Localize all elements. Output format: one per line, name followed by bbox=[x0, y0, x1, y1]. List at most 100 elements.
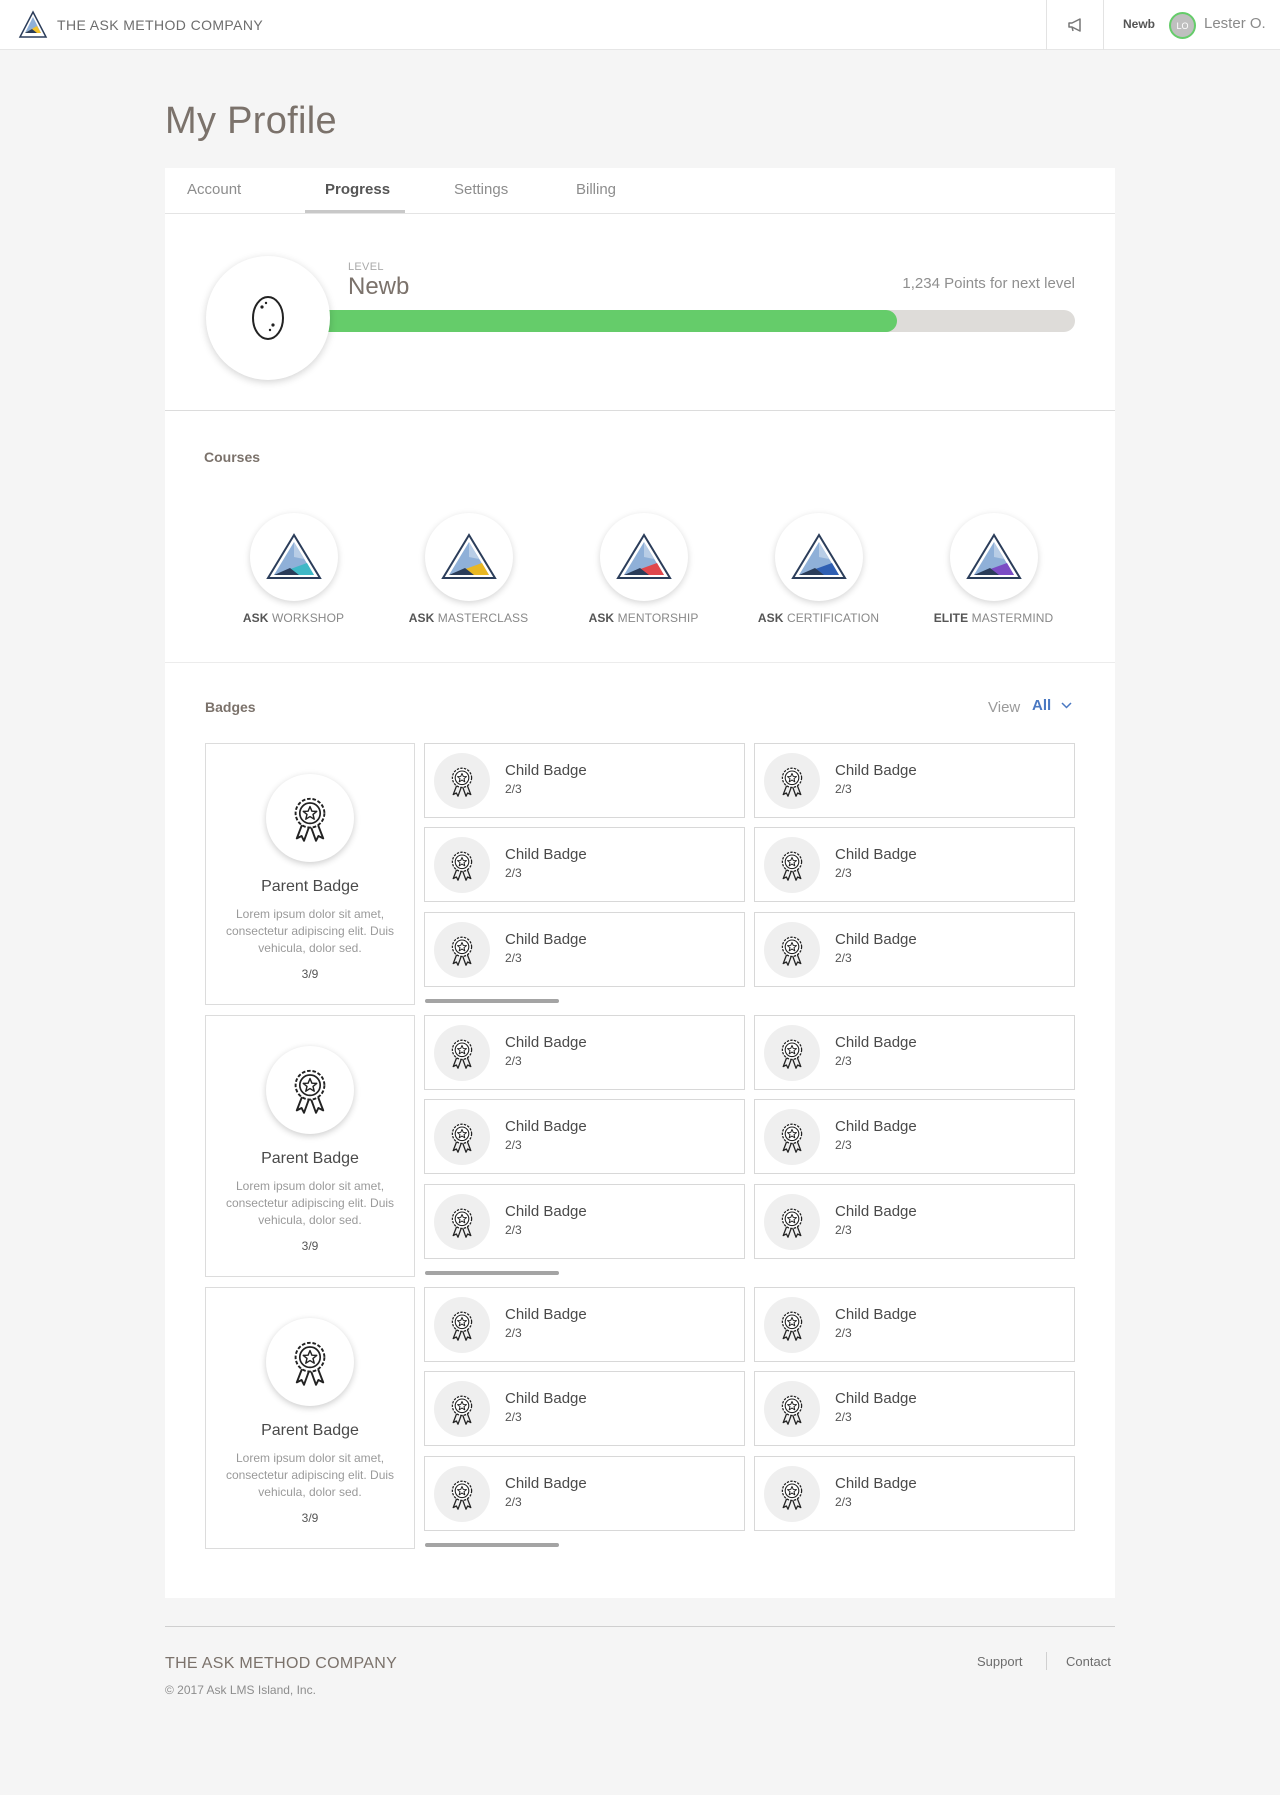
child-badge-name: Child Badge bbox=[835, 762, 917, 779]
child-badge-name: Child Badge bbox=[835, 931, 917, 948]
child-badge-card[interactable]: Child Badge 2/3 bbox=[754, 1184, 1075, 1259]
child-badge-card[interactable]: Child Badge 2/3 bbox=[424, 1099, 745, 1174]
course-label: ASK MENTORSHIP bbox=[556, 611, 731, 625]
tab-billing[interactable]: Billing bbox=[576, 181, 616, 198]
course-badge bbox=[949, 513, 1038, 601]
megaphone-icon[interactable] bbox=[1066, 15, 1086, 35]
child-badge-name: Child Badge bbox=[835, 1118, 917, 1135]
child-badge-card[interactable]: Child Badge 2/3 bbox=[754, 1456, 1075, 1531]
child-badge-card[interactable]: Child Badge 2/3 bbox=[424, 1015, 745, 1090]
child-badge-icon-wrap bbox=[434, 1194, 490, 1250]
child-badge-card[interactable]: Child Badge 2/3 bbox=[754, 743, 1075, 818]
footer-link-contact[interactable]: Contact bbox=[1066, 1654, 1111, 1669]
level-badge bbox=[206, 256, 330, 380]
course-name: CERTIFICATION bbox=[786, 611, 880, 625]
award-ribbon-icon bbox=[781, 851, 803, 881]
course-label: ELITE MASTERMIND bbox=[906, 611, 1081, 625]
child-badge-name: Child Badge bbox=[505, 1034, 587, 1051]
child-badge-count: 2/3 bbox=[835, 1054, 852, 1068]
tab-progress[interactable]: Progress bbox=[325, 181, 390, 198]
avatar[interactable]: LO bbox=[1169, 12, 1196, 39]
footer-divider bbox=[165, 1626, 1115, 1627]
award-ribbon-icon bbox=[294, 797, 326, 842]
parent-badge-card[interactable]: Parent Badge Lorem ipsum dolor sit amet, … bbox=[205, 1287, 415, 1549]
course-badge bbox=[774, 513, 863, 601]
user-name[interactable]: Lester O. bbox=[1204, 15, 1266, 32]
tab-account[interactable]: Account bbox=[187, 181, 241, 198]
child-badge-card[interactable]: Child Badge 2/3 bbox=[754, 1287, 1075, 1362]
courses-heading: Courses bbox=[204, 449, 261, 465]
level-caption: LEVEL bbox=[348, 261, 384, 273]
badge-group: Parent Badge Lorem ipsum dolor sit amet, … bbox=[205, 743, 1078, 1005]
parent-badge-icon-wrap bbox=[266, 1318, 354, 1406]
brand[interactable]: THE ASK METHOD COMPANY bbox=[18, 10, 263, 40]
child-badge-icon-wrap bbox=[764, 922, 820, 978]
child-badge-card[interactable]: Child Badge 2/3 bbox=[754, 912, 1075, 987]
child-badge-count: 2/3 bbox=[835, 1410, 852, 1424]
course-mastermind[interactable]: ELITE MASTERMIND bbox=[906, 513, 1081, 625]
child-badge-card[interactable]: Child Badge 2/3 bbox=[424, 743, 745, 818]
topbar-divider bbox=[1103, 0, 1104, 50]
ask-course-logo-icon bbox=[440, 533, 497, 579]
child-badge-name: Child Badge bbox=[505, 1118, 587, 1135]
child-badge-icon-wrap bbox=[434, 753, 490, 809]
child-badge-card[interactable]: Child Badge 2/3 bbox=[424, 912, 745, 987]
course-label: ASK MASTERCLASS bbox=[381, 611, 556, 625]
award-ribbon-icon bbox=[451, 851, 473, 881]
award-ribbon-icon bbox=[451, 936, 473, 966]
parent-badge-name: Parent Badge bbox=[261, 1150, 359, 1167]
child-badge-name: Child Badge bbox=[835, 1203, 917, 1220]
child-badge-count: 2/3 bbox=[505, 1223, 522, 1237]
tab-settings[interactable]: Settings bbox=[454, 181, 508, 198]
active-tab-indicator bbox=[305, 210, 405, 213]
course-label: ASK CERTIFICATION bbox=[731, 611, 906, 625]
award-ribbon-icon bbox=[294, 1341, 326, 1386]
ask-course-logo-icon bbox=[965, 533, 1022, 579]
badge-group: Parent Badge Lorem ipsum dolor sit amet, … bbox=[205, 1287, 1078, 1549]
child-badge-icon-wrap bbox=[764, 837, 820, 893]
carousel-scroll-indicator[interactable] bbox=[425, 1271, 559, 1275]
course-certification[interactable]: ASK CERTIFICATION bbox=[731, 513, 906, 625]
child-badge-card[interactable]: Child Badge 2/3 bbox=[424, 827, 745, 902]
child-badge-name: Child Badge bbox=[835, 1034, 917, 1051]
child-badge-count: 2/3 bbox=[835, 1495, 852, 1509]
carousel-scroll-indicator[interactable] bbox=[425, 999, 559, 1003]
course-prefix: ASK bbox=[588, 611, 615, 625]
child-badge-card[interactable]: Child Badge 2/3 bbox=[424, 1184, 745, 1259]
view-filter-dropdown[interactable]: All bbox=[1032, 697, 1072, 714]
section-divider bbox=[165, 410, 1115, 411]
course-badge bbox=[249, 513, 338, 601]
child-badge-count: 2/3 bbox=[835, 1326, 852, 1340]
parent-badge-card[interactable]: Parent Badge Lorem ipsum dolor sit amet, … bbox=[205, 743, 415, 1005]
course-workshop[interactable]: ASK WORKSHOP bbox=[206, 513, 381, 625]
child-badge-card[interactable]: Child Badge 2/3 bbox=[754, 1015, 1075, 1090]
child-badge-card[interactable]: Child Badge 2/3 bbox=[424, 1456, 745, 1531]
course-name: MENTORSHIP bbox=[617, 611, 699, 625]
award-ribbon-icon bbox=[451, 1480, 473, 1510]
child-badge-card[interactable]: Child Badge 2/3 bbox=[754, 827, 1075, 902]
footer-link-support[interactable]: Support bbox=[977, 1654, 1023, 1669]
course-masterclass[interactable]: ASK MASTERCLASS bbox=[381, 513, 556, 625]
child-badge-icon-wrap bbox=[764, 1194, 820, 1250]
child-badge-card[interactable]: Child Badge 2/3 bbox=[424, 1371, 745, 1446]
parent-badge-description: Lorem ipsum dolor sit amet, consectetur … bbox=[225, 1179, 395, 1227]
badges-heading: Badges bbox=[205, 699, 256, 715]
child-badge-name: Child Badge bbox=[835, 1306, 917, 1323]
parent-badge-description: Lorem ipsum dolor sit amet, consectetur … bbox=[225, 1451, 395, 1499]
child-badge-card[interactable]: Child Badge 2/3 bbox=[754, 1371, 1075, 1446]
child-badge-icon-wrap bbox=[764, 1297, 820, 1353]
course-prefix: ELITE bbox=[933, 611, 969, 625]
child-badge-name: Child Badge bbox=[505, 846, 587, 863]
parent-badge-card[interactable]: Parent Badge Lorem ipsum dolor sit amet, … bbox=[205, 1015, 415, 1277]
course-mentorship[interactable]: ASK MENTORSHIP bbox=[556, 513, 731, 625]
carousel-scroll-indicator[interactable] bbox=[425, 1543, 559, 1547]
child-badge-count: 2/3 bbox=[505, 1326, 522, 1340]
child-badge-icon-wrap bbox=[764, 1025, 820, 1081]
parent-badge-icon-wrap bbox=[266, 774, 354, 862]
child-badge-card[interactable]: Child Badge 2/3 bbox=[754, 1099, 1075, 1174]
child-badge-card[interactable]: Child Badge 2/3 bbox=[424, 1287, 745, 1362]
parent-badge-count: 3/9 bbox=[301, 1239, 319, 1253]
award-ribbon-icon bbox=[781, 1123, 803, 1153]
award-ribbon-icon bbox=[781, 936, 803, 966]
ask-course-logo-icon bbox=[790, 533, 847, 579]
